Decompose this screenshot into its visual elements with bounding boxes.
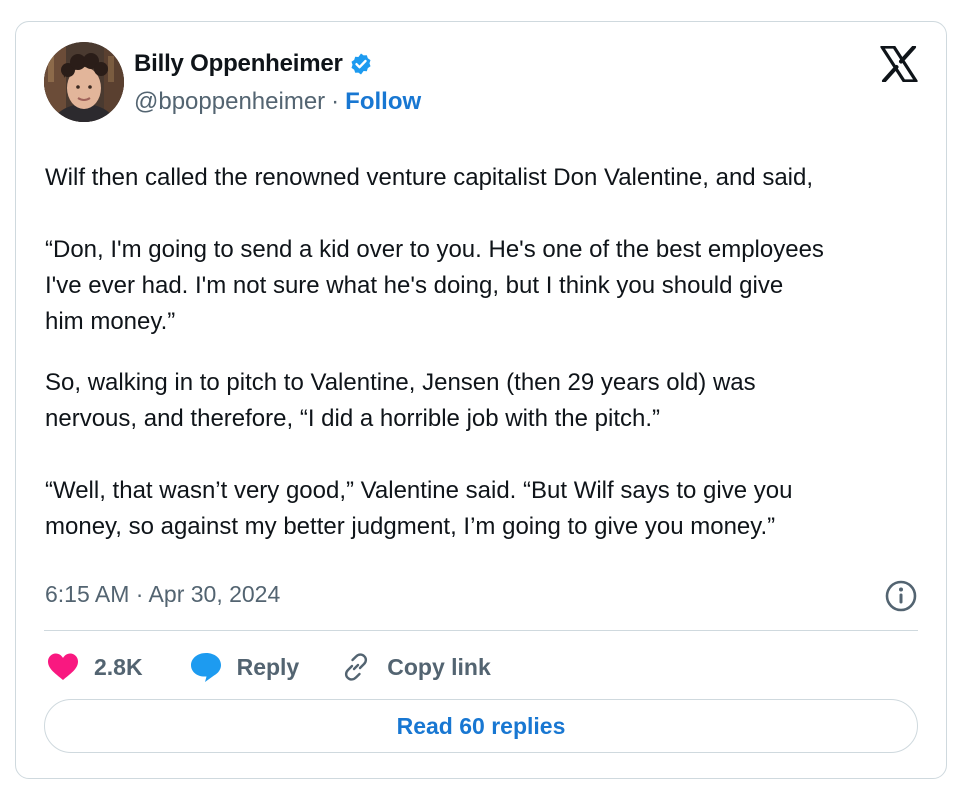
like-count: 2.8K (94, 653, 143, 680)
verified-badge-icon (349, 52, 373, 76)
tweet-card: Billy Oppenheimer @bpoppenheimer · Follo… (15, 21, 947, 779)
tweet-timestamp[interactable]: 6:15 AM · Apr 30, 2024 (45, 581, 280, 608)
tweet-paragraph: “Don, I'm going to send a kid over to yo… (45, 236, 824, 335)
like-button[interactable]: 2.8K (46, 652, 143, 682)
reply-label: Reply (236, 653, 300, 680)
info-icon[interactable] (884, 579, 918, 613)
reply-button[interactable]: Reply (189, 651, 300, 683)
speech-bubble-icon (190, 653, 221, 682)
author-name-row: Billy Oppenheimer (134, 50, 373, 78)
avatar-image (44, 42, 124, 122)
follow-button[interactable]: Follow (345, 88, 421, 116)
tweet-paragraph: Wilf then called the renowned venture ca… (45, 164, 814, 191)
tweet-text: Wilf then called the renowned venture ca… (45, 160, 925, 545)
link-icon (345, 653, 368, 681)
heart-icon (48, 653, 78, 680)
read-replies-button[interactable]: Read 60 replies (44, 699, 918, 753)
author-handle[interactable]: @bpoppenheimer (134, 88, 325, 116)
avatar[interactable] (44, 42, 124, 122)
divider (44, 630, 918, 631)
author-name[interactable]: Billy Oppenheimer (134, 50, 343, 78)
x-logo-icon[interactable] (880, 45, 918, 83)
action-bar: 2.8K Reply Copy link (46, 649, 491, 685)
copy-link-button[interactable]: Copy link (339, 650, 491, 684)
tweet-paragraph: “Well, that wasn’t very good,” Valentine… (45, 477, 793, 540)
author-handle-row: @bpoppenheimer · Follow (134, 88, 421, 116)
handle-separator: · (331, 88, 340, 115)
copy-link-label: Copy link (387, 653, 491, 680)
tweet-paragraph: So, walking in to pitch to Valentine, Je… (45, 369, 756, 432)
